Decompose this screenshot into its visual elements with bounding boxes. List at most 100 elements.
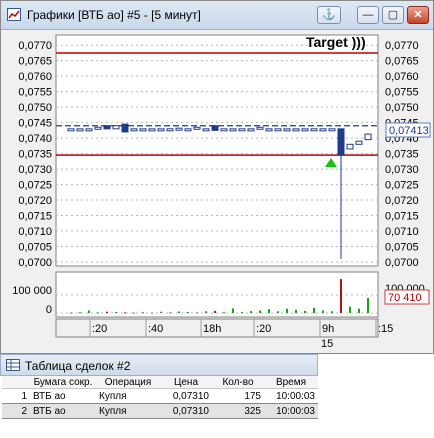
price-tick-left: 0,0710	[18, 226, 52, 238]
volume-bar	[277, 311, 279, 313]
price-tick-right: 0,0705	[385, 242, 419, 254]
price-tick-right: 0,0700	[385, 257, 419, 269]
price-tick-left: 0,0735	[18, 149, 52, 161]
col-time[interactable]: Время	[264, 376, 318, 389]
candle	[310, 128, 318, 132]
col-security[interactable]: Бумага сокр.	[30, 376, 96, 389]
table-row[interactable]: 1 ВТБ ао Купля 0,07310 175 10:00:03	[2, 389, 318, 404]
candle	[238, 128, 246, 132]
candle	[112, 125, 120, 130]
target-annotation: Target )))	[306, 34, 366, 50]
col-operation[interactable]: Операция	[96, 376, 160, 389]
minimize-button[interactable]: —	[357, 6, 379, 24]
candle	[175, 127, 183, 131]
candle	[211, 125, 219, 131]
candle	[103, 125, 111, 130]
price-tick-left: 0,0720	[18, 195, 52, 207]
row-index: 2	[2, 403, 30, 419]
current-volume-label: 70 410	[388, 292, 422, 304]
row-security: ВТБ ао	[30, 403, 96, 419]
candle	[328, 128, 336, 132]
candle	[76, 128, 84, 132]
row-security: ВТБ ао	[33, 390, 66, 402]
volume-bar	[223, 312, 225, 314]
price-tick-right: 0,0750	[385, 102, 419, 114]
candle	[319, 128, 327, 132]
volume-bar	[79, 312, 81, 314]
window-title: Графики [ВТБ ао] #5 - [5 минут]	[27, 8, 201, 22]
price-tick-right: 0,0760	[385, 71, 419, 83]
price-chart[interactable]: 0,0770 0,0765 0,0760 0,0755 0,0750 0,0745 0,07…	[1, 30, 433, 355]
volume-bar	[133, 312, 135, 314]
volume-bar	[124, 312, 126, 314]
chart-window: Графики [ВТБ ао] #5 - [5 минут] ⚓ — ▢ ✕ …	[0, 0, 434, 354]
candle	[292, 128, 300, 132]
candle	[346, 143, 354, 150]
candle	[193, 126, 201, 130]
candle	[274, 128, 282, 132]
volume-bar	[232, 308, 234, 313]
close-button[interactable]: ✕	[407, 6, 429, 24]
candle	[283, 128, 291, 132]
volume-bar	[88, 310, 90, 313]
price-tick-left: 0,0705	[18, 242, 52, 254]
price-tick-left: 0,0740	[18, 133, 52, 145]
candle	[130, 128, 138, 132]
volume-bar	[358, 308, 360, 313]
row-operation: Купля	[99, 390, 127, 402]
anchor-button[interactable]: ⚓	[317, 6, 341, 24]
candle	[67, 128, 75, 132]
volume-bar	[106, 311, 108, 313]
volume-bar	[340, 279, 342, 313]
volume-bar	[313, 307, 315, 313]
price-axis-left: 0,0770 0,0765 0,0760 0,0755 0,0750 0,0745 0,07…	[18, 40, 52, 269]
price-tick-left: 0,0770	[18, 40, 52, 52]
volume-bar	[187, 311, 189, 313]
row-qty: 325	[212, 403, 264, 419]
price-tick-right: 0,0770	[385, 40, 419, 52]
candle	[202, 128, 210, 132]
candle	[157, 128, 165, 132]
price-tick-left: 0,0755	[18, 87, 52, 99]
time-label: :15	[378, 323, 393, 335]
volume-tick-100000: 100 000	[12, 285, 52, 297]
time-label: 18h	[203, 323, 221, 335]
price-tick-right: 0,0730	[385, 164, 419, 176]
price-tick-left: 0,0700	[18, 257, 52, 269]
col-price[interactable]: Цена	[160, 376, 212, 389]
title-bar[interactable]: Графики [ВТБ ао] #5 - [5 минут] ⚓ — ▢ ✕	[1, 1, 433, 30]
deals-title: Таблица сделок #2	[25, 359, 131, 373]
candle	[85, 128, 93, 132]
row-price: 0,07310	[172, 390, 209, 402]
volume-bar	[214, 310, 216, 313]
price-tick-right: 0,0725	[385, 180, 419, 192]
volume-bar	[331, 311, 333, 313]
row-operation: Купля	[96, 403, 160, 419]
deals-title-bar[interactable]: Таблица сделок #2	[0, 354, 318, 376]
volume-bar	[268, 309, 270, 313]
volume-bar	[70, 312, 72, 314]
row-price: 0,07310	[160, 403, 212, 419]
price-axis-right: 0,07700,07650,07600,07550,07500,07450,07…	[385, 40, 419, 269]
maximize-button[interactable]: ▢	[382, 6, 404, 24]
table-row[interactable]: 2 ВТБ ао Купля 0,07310 325 10:00:03	[2, 403, 318, 419]
volume-bar	[169, 312, 171, 314]
price-tick-right: 0,0715	[385, 211, 419, 223]
volume-bar	[151, 312, 153, 314]
price-tick-left: 0,0725	[18, 180, 52, 192]
volume-bar	[295, 309, 297, 313]
table-header: Бумага сокр. Операция Цена Кол-во Время	[2, 376, 318, 389]
candle	[121, 123, 129, 133]
volume-bar	[115, 311, 117, 313]
deals-panel: Таблица сделок #2 Бумага сокр. Операция …	[0, 354, 434, 438]
volume-bar	[259, 310, 261, 313]
volume-bar	[250, 311, 252, 313]
candle	[256, 126, 264, 130]
volume-bar	[178, 311, 180, 313]
price-tick-right: 0,0755	[385, 87, 419, 99]
price-tick-right: 0,0735	[385, 149, 419, 161]
candle	[355, 140, 363, 145]
chart-area[interactable]: 0,0770 0,0765 0,0760 0,0755 0,0750 0,0745 0,07…	[1, 30, 433, 356]
col-qty[interactable]: Кол-во	[212, 376, 264, 389]
volume-bar	[304, 310, 306, 313]
